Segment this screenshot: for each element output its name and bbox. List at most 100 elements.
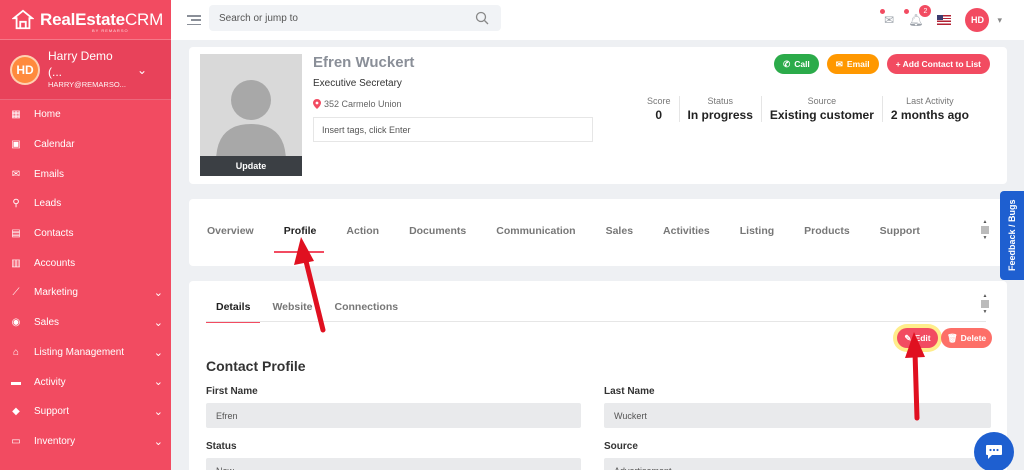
sidebar-item-listing-management[interactable]: ⌂ Listing Management ⌄ bbox=[0, 338, 171, 368]
tab-communication[interactable]: Communication bbox=[496, 225, 583, 245]
email-label: Email bbox=[846, 59, 870, 69]
stat-label: Last Activity bbox=[906, 96, 954, 106]
update-photo-button[interactable]: Update bbox=[200, 156, 302, 176]
tab-listing[interactable]: Listing bbox=[740, 225, 782, 245]
subtab-scrollbar[interactable]: ▲ ▼ bbox=[981, 293, 989, 315]
notification-badge: 2 bbox=[919, 5, 932, 17]
sidebar-item-marketing[interactable]: ⟋ Marketing ⌄ bbox=[0, 278, 171, 308]
sidebar-item-activity[interactable]: ▬ Activity ⌄ bbox=[0, 367, 171, 397]
stat-source: Source Existing customer bbox=[760, 96, 882, 122]
subtab-details[interactable]: Details bbox=[205, 301, 262, 323]
subtab-website[interactable]: Website bbox=[272, 301, 312, 313]
edit-icon: ✎ bbox=[904, 332, 912, 343]
search-input[interactable]: Search or jump to bbox=[209, 5, 501, 31]
sidebar-item-support[interactable]: ◆ Support ⌄ bbox=[0, 397, 171, 427]
trash-icon: 🗑︎ bbox=[946, 332, 958, 343]
tab-action[interactable]: Action bbox=[346, 225, 387, 245]
email-button[interactable]: ✉ Email bbox=[826, 54, 879, 74]
tab-support[interactable]: Support bbox=[880, 225, 928, 245]
chat-button[interactable] bbox=[974, 432, 1014, 470]
delete-button[interactable]: 🗑︎ Delete bbox=[941, 328, 992, 348]
chat-icon bbox=[986, 445, 1002, 459]
sidebar-item-emails[interactable]: ✉ Emails bbox=[0, 159, 171, 189]
chevron-down-icon[interactable]: ▾ bbox=[997, 15, 1002, 26]
call-button[interactable]: ✆ Call bbox=[774, 54, 819, 74]
subtab-connections[interactable]: Connections bbox=[335, 301, 399, 313]
menu-toggle-icon[interactable] bbox=[187, 15, 201, 25]
brand[interactable]: RealEstateCRM BY REMARSO bbox=[0, 0, 171, 40]
tab-sales[interactable]: Sales bbox=[606, 225, 641, 245]
mail-icon[interactable]: ✉ bbox=[880, 9, 894, 27]
sidebar-item-contacts[interactable]: ▤ Contacts bbox=[0, 219, 171, 249]
subtab-bar: Details Website Connections bbox=[205, 301, 420, 323]
stat-last-activity: Last Activity 2 months ago bbox=[881, 96, 977, 122]
source-select[interactable]: Advertisement bbox=[604, 458, 991, 470]
stat-value: Existing customer bbox=[769, 108, 874, 122]
flag-us-icon[interactable] bbox=[937, 15, 952, 25]
chevron-down-icon[interactable]: ⌄ bbox=[137, 63, 153, 77]
last-name-label: Last Name bbox=[604, 386, 655, 397]
tab-scrollbar[interactable]: ▲ ▼ bbox=[981, 219, 989, 241]
sidebar-item-label: Support bbox=[34, 406, 70, 418]
source-label: Source bbox=[604, 441, 638, 452]
stat-value: 0 bbox=[655, 108, 663, 122]
first-name-label: First Name bbox=[206, 386, 258, 397]
avatar: HD bbox=[10, 54, 40, 85]
stat-label: Source bbox=[807, 96, 837, 106]
sidebar-item-sales[interactable]: ◉ Sales ⌄ bbox=[0, 308, 171, 338]
chevron-down-icon[interactable]: ⌄ bbox=[154, 405, 163, 418]
chevron-down-icon[interactable]: ⌄ bbox=[154, 346, 163, 359]
chevron-down-icon[interactable]: ⌄ bbox=[154, 316, 163, 329]
tab-products[interactable]: Products bbox=[804, 225, 858, 245]
search-icon: ⚲ bbox=[12, 198, 20, 210]
sidebar-item-calendar[interactable]: ▣ Calendar bbox=[0, 130, 171, 160]
edit-button[interactable]: ✎ Edit bbox=[897, 328, 938, 348]
chevron-down-icon[interactable]: ⌄ bbox=[154, 286, 163, 299]
chevron-down-icon[interactable]: ⌄ bbox=[154, 375, 163, 388]
last-name-field[interactable]: Wuckert bbox=[604, 403, 991, 428]
bell-icon[interactable]: 🔔︎ 2 bbox=[904, 5, 932, 27]
tab-activities[interactable]: Activities bbox=[663, 225, 718, 245]
stat-value: 2 months ago bbox=[890, 108, 969, 122]
tags-placeholder: Insert tags, click Enter bbox=[322, 124, 411, 135]
support-icon: ◆ bbox=[12, 406, 20, 418]
sidebar-item-label: Home bbox=[34, 109, 61, 121]
mail-icon: ✉ bbox=[11, 168, 21, 180]
user-email: HARRY@REMARSO... bbox=[48, 80, 126, 90]
contacts-icon: ▤ bbox=[11, 228, 21, 240]
search-icon[interactable] bbox=[475, 11, 489, 25]
feedback-tab[interactable]: Feedback / Bugs bbox=[1000, 191, 1024, 280]
user-name: Harry Demo (... bbox=[48, 49, 113, 79]
user-menu[interactable]: HD Harry Demo (... HARRY@REMARSO... ⌄ bbox=[0, 40, 171, 100]
stats: Score 0 Status In progress Source Existing cu… bbox=[639, 96, 977, 122]
sidebar-item-label: Marketing bbox=[34, 287, 78, 299]
add-to-list-button[interactable]: + Add Contact to List bbox=[886, 54, 990, 74]
sidebar-item-inventory[interactable]: ▭ Inventory ⌄ bbox=[0, 427, 171, 457]
chevron-down-icon[interactable]: ⌄ bbox=[154, 464, 163, 470]
tab-profile[interactable]: Profile bbox=[273, 225, 325, 253]
sidebar-item-home[interactable]: ▦ Home bbox=[0, 100, 171, 130]
briefcase-icon: ▬ bbox=[11, 376, 21, 388]
tab-bar: Overview Profile Action Documents Communicat… bbox=[207, 225, 928, 253]
sidebar-item-more[interactable]: ⋯⌄ bbox=[0, 456, 171, 470]
status-select[interactable]: New bbox=[206, 458, 581, 470]
profile-tabs-card: Overview Profile Action Documents Communicat… bbox=[189, 199, 1007, 266]
tab-overview[interactable]: Overview bbox=[207, 225, 262, 245]
stat-label: Score bbox=[647, 96, 671, 106]
tab-documents[interactable]: Documents bbox=[409, 225, 474, 245]
stat-score: Score 0 bbox=[639, 96, 679, 122]
search-placeholder: Search or jump to bbox=[219, 12, 298, 24]
chevron-down-icon[interactable]: ⌄ bbox=[154, 435, 163, 448]
sidebar-item-leads[interactable]: ⚲ Leads bbox=[0, 189, 171, 219]
more-icon: ⋯ bbox=[10, 465, 22, 470]
sidebar-item-accounts[interactable]: ▥ Accounts bbox=[0, 248, 171, 278]
status-label: Status bbox=[206, 441, 237, 452]
tags-input[interactable]: Insert tags, click Enter bbox=[313, 117, 593, 142]
topbar: Search or jump to ✉ 🔔︎ 2 HD ▾ bbox=[171, 0, 1024, 40]
first-name-field[interactable]: Efren bbox=[206, 403, 581, 428]
avatar[interactable]: HD bbox=[965, 8, 990, 32]
sidebar-item-label: Calendar bbox=[34, 139, 75, 151]
stat-label: Status bbox=[707, 96, 733, 106]
phone-icon: ✆ bbox=[783, 58, 791, 69]
stat-status: Status In progress bbox=[678, 96, 761, 122]
